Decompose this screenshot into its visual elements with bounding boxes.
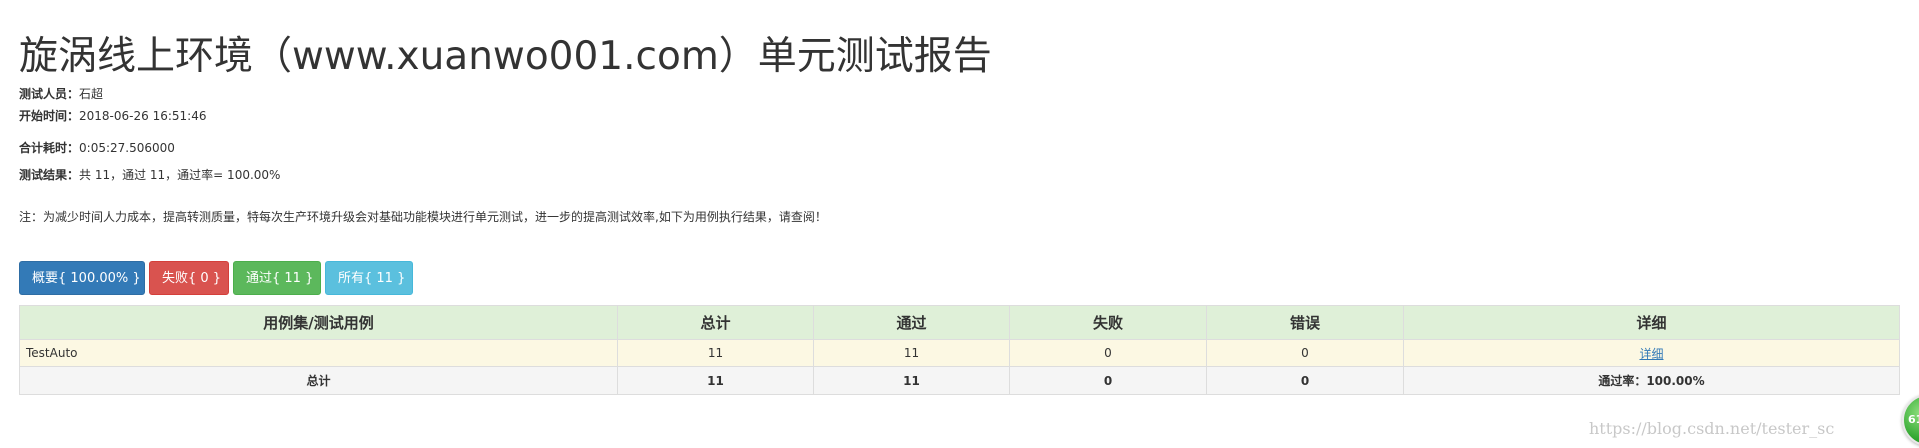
cell-total: 11 — [617, 339, 814, 367]
floating-badge-button[interactable]: 61 — [1902, 394, 1919, 446]
table-total-row: 总计 11 11 0 0 通过率：100.00% — [19, 366, 1900, 395]
passed-filter-button[interactable]: 通过{ 11 } — [233, 261, 321, 295]
info-value: 2018-06-26 16:51:46 — [79, 109, 207, 123]
page-title: 旋涡线上环境（www.xuanwo001.com）单元测试报告 — [19, 34, 992, 79]
detail-link[interactable]: 详细 — [1639, 347, 1663, 361]
cell-total-count: 11 — [617, 366, 814, 395]
cell-error: 0 — [1206, 339, 1404, 367]
filter-button-group: 概要{ 100.00% } 失败{ 0 } 通过{ 11 } 所有{ 11 } — [19, 261, 413, 295]
column-header-testcase: 用例集/测试用例 — [19, 305, 618, 340]
info-label: 测试结果： — [19, 168, 80, 182]
info-label: 测试人员： — [19, 87, 80, 101]
column-header-total: 总计 — [617, 305, 814, 340]
column-header-fail: 失败 — [1009, 305, 1207, 340]
cell-detail: 详细 — [1403, 339, 1900, 367]
column-header-detail: 详细 — [1403, 305, 1900, 340]
table-header-row: 用例集/测试用例 总计 通过 失败 错误 详细 — [19, 305, 1900, 340]
report-note: 注：为减少时间人力成本，提高转测质量，特每次生产环境升级会对基础功能模块进行单元… — [19, 210, 827, 224]
cell-fail: 0 — [1009, 339, 1207, 367]
cell-total-label: 总计 — [19, 366, 618, 395]
failed-filter-button[interactable]: 失败{ 0 } — [149, 261, 229, 295]
info-value: 0:05:27.506000 — [79, 141, 175, 155]
info-value: 共 11，通过 11，通过率= 100.00% — [79, 168, 281, 182]
table-row: TestAuto 11 11 0 0 详细 — [19, 339, 1900, 367]
cell-total-error: 0 — [1206, 366, 1404, 395]
cell-total-fail: 0 — [1009, 366, 1207, 395]
info-result: 测试结果：共 11，通过 11，通过率= 100.00% — [19, 167, 280, 183]
column-header-error: 错误 — [1206, 305, 1404, 340]
info-label: 合计耗时： — [19, 141, 80, 155]
summary-button[interactable]: 概要{ 100.00% } — [19, 261, 145, 295]
cell-pass-rate: 通过率：100.00% — [1403, 366, 1900, 395]
result-table: 用例集/测试用例 总计 通过 失败 错误 详细 TestAuto 11 11 0… — [19, 305, 1900, 395]
info-start-time: 开始时间：2018-06-26 16:51:46 — [19, 108, 206, 124]
all-filter-button[interactable]: 所有{ 11 } — [325, 261, 413, 295]
column-header-pass: 通过 — [813, 305, 1010, 340]
info-label: 开始时间： — [19, 109, 80, 123]
cell-total-pass: 11 — [813, 366, 1010, 395]
info-tester: 测试人员：石超 — [19, 86, 103, 102]
cell-testcase-name: TestAuto — [19, 339, 618, 367]
info-duration: 合计耗时：0:05:27.506000 — [19, 140, 175, 156]
info-value: 石超 — [79, 87, 104, 101]
cell-pass: 11 — [813, 339, 1010, 367]
csdn-watermark: https://blog.csdn.net/tester_sc — [1589, 419, 1835, 438]
